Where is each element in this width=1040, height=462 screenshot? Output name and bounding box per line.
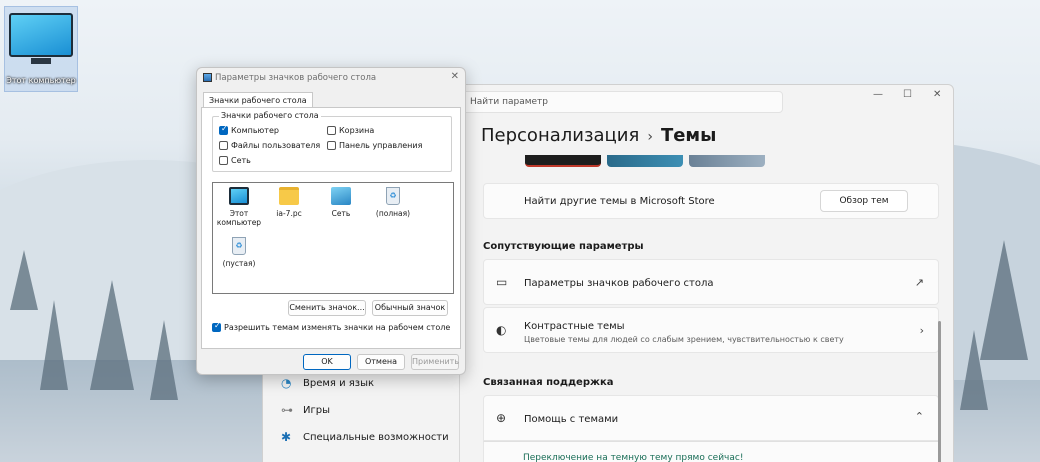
contrast-title: Контрастные темы [524, 321, 625, 332]
desktop-icons-settings-item[interactable]: ▭ Параметры значков рабочего стола ↗ [483, 259, 939, 305]
minimize-button[interactable]: — [873, 89, 883, 100]
monitor-stand [31, 58, 51, 64]
checkbox-label: Сеть [231, 156, 251, 165]
checkbox-label: Разрешить темам изменять значки на рабоч… [224, 323, 451, 332]
nav-item-accessibility[interactable]: ✱ Специальные возможности [263, 425, 459, 451]
theme-thumb[interactable] [525, 155, 601, 167]
nav-item-gaming[interactable]: ⊶ Игры [263, 398, 459, 424]
checkbox-box [219, 141, 228, 150]
checkbox-box [327, 141, 336, 150]
folder-icon [279, 187, 299, 205]
icon-item-label: (полная) [375, 209, 411, 218]
icon-item-network[interactable]: Сеть [317, 187, 365, 218]
dialog-title: Параметры значков рабочего стола [215, 73, 377, 83]
accessibility-icon: ✱ [281, 430, 292, 444]
theme-thumb[interactable] [607, 155, 683, 167]
checkbox-computer[interactable]: Компьютер [219, 124, 279, 135]
icon-item-user-folder[interactable]: ia-7.pc [265, 187, 313, 218]
recycle-bin-empty-icon: ♻ [232, 237, 246, 255]
nav-item-label: Время и язык [303, 378, 375, 389]
chevron-up-icon: ⌃ [914, 410, 924, 423]
breadcrumb-parent[interactable]: Персонализация [481, 125, 639, 146]
search-placeholder: Найти параметр [470, 97, 548, 107]
checkbox-recycle-bin[interactable]: Корзина [327, 126, 374, 135]
help-link[interactable]: Переключение на темную тему прямо сейчас… [523, 453, 743, 462]
checkbox-label: Компьютер [231, 126, 279, 135]
checkbox-box [212, 321, 221, 332]
page-title: Темы [660, 125, 717, 146]
checkbox-label: Корзина [339, 126, 375, 135]
desktop-icon-settings-dialog: Параметры значков рабочего стола ✕ Значк… [196, 67, 466, 375]
group-label: Значки рабочего стола [219, 111, 321, 120]
checkbox-box [219, 124, 228, 135]
external-link-icon: ↗ [914, 276, 924, 289]
browse-themes-button[interactable]: Обзор тем [820, 190, 908, 212]
close-button[interactable]: ✕ [933, 89, 941, 100]
checkbox-network[interactable]: Сеть [219, 156, 251, 165]
recycle-bin-full-icon: ♻ [386, 187, 400, 205]
checkbox-box [327, 126, 336, 135]
help-themes-item[interactable]: ⊕ Помощь с темами ⌃ [483, 395, 939, 441]
cancel-button[interactable]: Отмена [357, 354, 405, 370]
support-header: Связанная поддержка [483, 377, 614, 388]
desktop-icons-item-label: Параметры значков рабочего стола [524, 278, 714, 289]
checkbox-label: Файлы пользователя [231, 141, 321, 150]
monitor-icon: ▭ [496, 275, 508, 289]
breadcrumb-separator: › [647, 129, 653, 145]
change-icon-button[interactable]: Сменить значок... [288, 300, 366, 316]
checkbox-group: Значки рабочего стола Компьютер Корзина … [212, 111, 452, 172]
tab-panel: Значки рабочего стола Компьютер Корзина … [201, 107, 461, 349]
nav-item-label: Специальные возможности [303, 432, 449, 443]
contrast-themes-item[interactable]: ◐ Контрастные темы Цветовые темы для люд… [483, 307, 939, 353]
monitor-icon [9, 13, 73, 57]
desktop-icon-label: Этот компьютер [6, 76, 76, 85]
icon-item-bin-full[interactable]: ♻ (полная) [369, 187, 417, 218]
default-icon-button[interactable]: Обычный значок [372, 300, 448, 316]
gamepad-icon: ⊶ [281, 403, 293, 417]
apply-button[interactable]: Применить [411, 354, 459, 370]
checkbox-label: Панель управления [339, 141, 423, 150]
icon-item-this-pc[interactable]: Этот компьютер [215, 187, 263, 227]
theme-thumb[interactable] [689, 155, 765, 167]
nav-item-label: Игры [303, 405, 330, 416]
icon-item-bin-empty[interactable]: ♻ (пустая) [215, 237, 263, 268]
checkbox-user-files[interactable]: Файлы пользователя [219, 141, 320, 150]
globe-icon: ⊕ [496, 411, 507, 425]
icon-item-label: (пустая) [222, 259, 256, 268]
scrollbar[interactable] [938, 321, 941, 462]
breadcrumb: Персонализация › Темы [481, 125, 716, 146]
chevron-right-icon: › [919, 324, 924, 337]
maximize-button[interactable]: ☐ [903, 89, 912, 100]
contrast-subtitle: Цветовые темы для людей со слабым зрение… [524, 335, 844, 344]
dialog-title-icon [203, 73, 212, 82]
related-settings-header: Сопутствующие параметры [483, 241, 644, 252]
store-card: Найти другие темы в Microsoft Store Обзо… [483, 183, 939, 219]
checkbox-allow-themes[interactable]: Разрешить темам изменять значки на рабоч… [212, 321, 451, 332]
desktop-icon-this-pc[interactable]: Этот компьютер [4, 6, 78, 92]
help-item-label: Помощь с темами [524, 414, 619, 425]
globe-clock-icon: ◔ [281, 376, 292, 390]
search-input[interactable]: Найти параметр [461, 91, 783, 113]
ok-button[interactable]: OK [303, 354, 351, 370]
checkbox-box [219, 156, 228, 165]
nav-divider [459, 367, 460, 462]
dialog-close-button[interactable]: ✕ [451, 71, 459, 82]
network-icon [331, 187, 351, 205]
icon-item-label: ia-7.pc [276, 209, 302, 218]
icon-list[interactable]: Этот компьютер ia-7.pc Сеть ♻ (полная) ♻… [212, 182, 454, 294]
monitor-icon [229, 187, 249, 205]
icon-item-label: Сеть [331, 209, 351, 218]
contrast-icon: ◐ [496, 323, 507, 337]
icon-item-label: Этот компьютер [216, 209, 262, 227]
tab-desktop-icons[interactable]: Значки рабочего стола [203, 92, 313, 108]
checkbox-control-panel[interactable]: Панель управления [327, 141, 422, 150]
store-text: Найти другие темы в Microsoft Store [524, 196, 715, 207]
